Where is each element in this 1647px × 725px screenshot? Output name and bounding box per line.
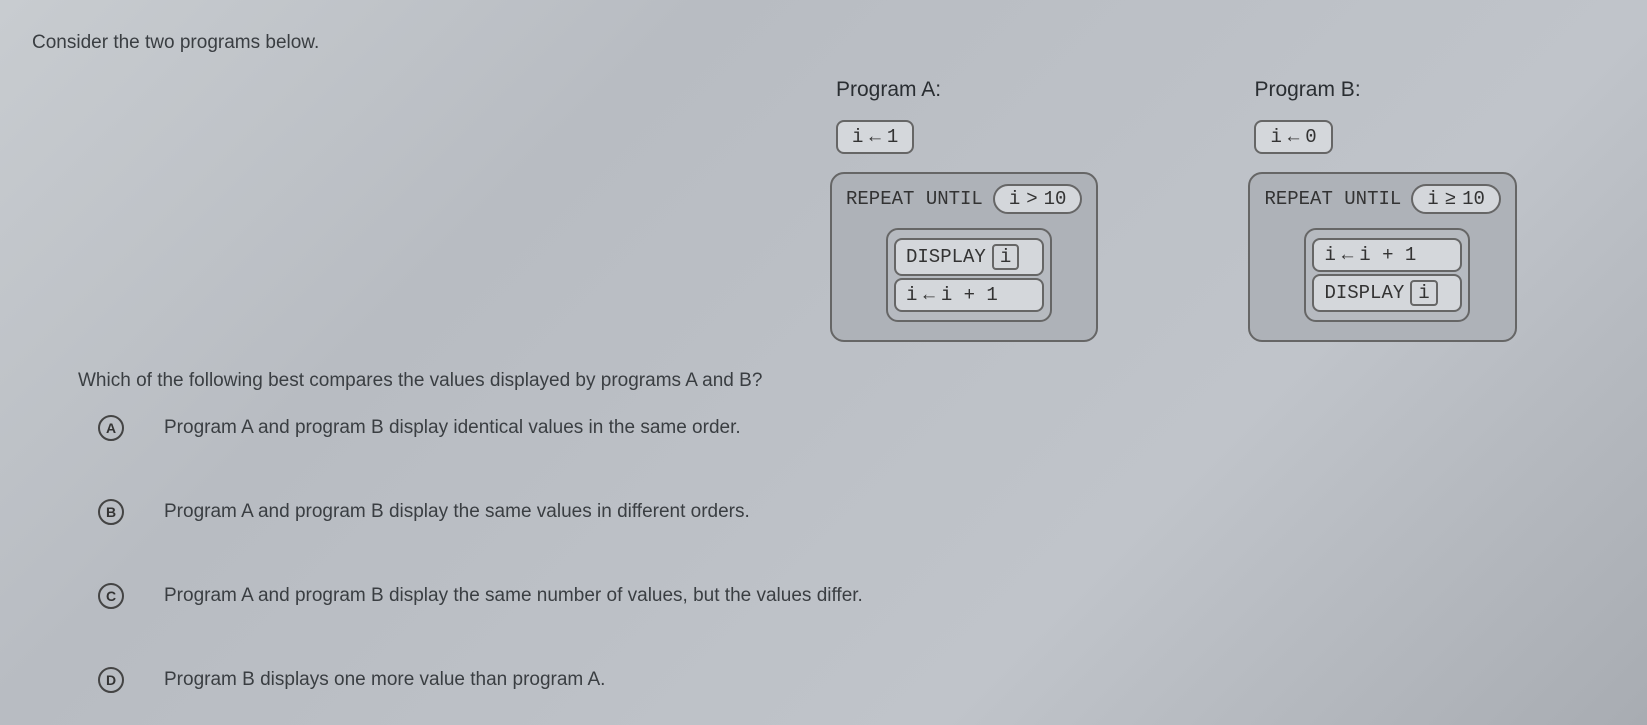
display-line: DISPLAY i [894,238,1044,276]
question-text: Which of the following best compares the… [78,370,762,392]
increment-line: i ← i + 1 [1312,238,1462,272]
choice-text: Program B displays one more value than p… [164,669,605,691]
choice-letter: C [98,583,124,609]
cond-var: i [1009,188,1020,210]
cond-op: > [1026,188,1037,210]
incr-var: i [1324,244,1335,266]
answer-choices: A Program A and program B display identi… [98,415,863,693]
init-var: i [1270,126,1281,148]
arrow-icon: ← [923,284,934,306]
display-var: i [1410,280,1437,306]
cond-val: 10 [1044,188,1067,210]
program-b-title: Program B: [1254,78,1516,102]
repeat-header: REPEAT UNTIL i ≥ 10 [1264,184,1500,214]
cond-op: ≥ [1445,188,1456,210]
init-val: 0 [1305,126,1316,148]
programs-container: Program A: i ← 1 REPEAT UNTIL i > 10 DIS… [830,78,1517,342]
choice-a[interactable]: A Program A and program B display identi… [98,415,863,441]
choice-letter: D [98,667,124,693]
display-label: DISPLAY [1324,282,1404,304]
incr-expr: i + 1 [1359,244,1416,266]
display-label: DISPLAY [906,246,986,268]
repeat-label: REPEAT UNTIL [846,188,983,210]
choice-c[interactable]: C Program A and program B display the sa… [98,583,863,609]
program-a: Program A: i ← 1 REPEAT UNTIL i > 10 DIS… [830,78,1098,342]
display-line: DISPLAY i [1312,274,1462,312]
repeat-body: i ← i + 1 DISPLAY i [1304,228,1470,322]
choice-letter: A [98,415,124,441]
incr-expr: i + 1 [941,284,998,306]
init-var: i [852,126,863,148]
program-b-init: i ← 0 [1254,120,1332,154]
choice-text: Program A and program B display the same… [164,585,863,607]
arrow-icon: ← [1342,244,1353,266]
increment-line: i ← i + 1 [894,278,1044,312]
incr-var: i [906,284,917,306]
arrow-icon: ← [869,126,880,148]
repeat-condition: i > 10 [993,184,1083,214]
choice-letter: B [98,499,124,525]
choice-text: Program A and program B display the same… [164,501,750,523]
repeat-header: REPEAT UNTIL i > 10 [846,184,1082,214]
program-b: Program B: i ← 0 REPEAT UNTIL i ≥ 10 i ←… [1248,78,1516,342]
choice-d[interactable]: D Program B displays one more value than… [98,667,863,693]
display-var: i [992,244,1019,270]
arrow-icon: ← [1288,126,1299,148]
question-intro: Consider the two programs below. [32,32,319,54]
choice-b[interactable]: B Program A and program B display the sa… [98,499,863,525]
program-a-repeat: REPEAT UNTIL i > 10 DISPLAY i i ← i + 1 [830,172,1098,342]
program-b-repeat: REPEAT UNTIL i ≥ 10 i ← i + 1 DISPLAY i [1248,172,1516,342]
repeat-body: DISPLAY i i ← i + 1 [886,228,1052,322]
program-a-title: Program A: [836,78,1098,102]
program-a-init: i ← 1 [836,120,914,154]
repeat-condition: i ≥ 10 [1411,184,1501,214]
choice-text: Program A and program B display identica… [164,417,741,439]
cond-var: i [1427,188,1438,210]
init-val: 1 [887,126,898,148]
repeat-label: REPEAT UNTIL [1264,188,1401,210]
cond-val: 10 [1462,188,1485,210]
